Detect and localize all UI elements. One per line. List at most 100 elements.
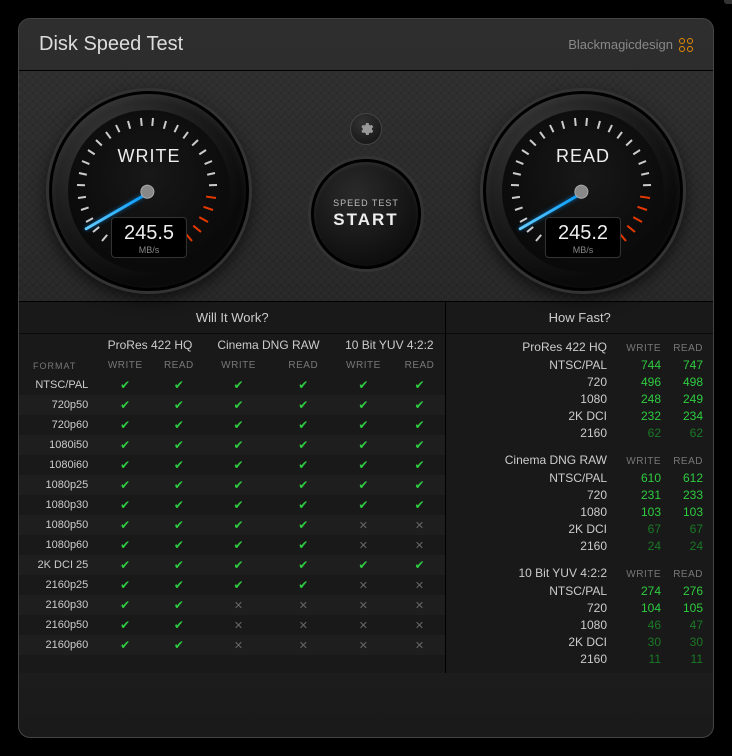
speed-section: 10 Bit YUV 4:2:2WRITEREADNTSC/PAL2742767… xyxy=(446,560,713,673)
cross-icon: ✕ xyxy=(415,620,424,632)
speed-row: 2K DCI6767 xyxy=(456,520,703,537)
cross-icon: ✕ xyxy=(359,540,368,552)
format-label: 2160p25 xyxy=(19,575,96,595)
check-icon: ✔ xyxy=(174,458,184,472)
right-panel-title: How Fast? xyxy=(446,302,713,334)
read-gauge: READ 245.2 MB/s xyxy=(483,91,683,291)
check-icon: ✔ xyxy=(415,438,425,452)
close-icon[interactable]: ✕ xyxy=(724,0,732,4)
read-fps: 103 xyxy=(661,505,703,519)
table-row: 1080i60✔✔✔✔✔✔ xyxy=(19,455,445,475)
left-panel-title: Will It Work? xyxy=(19,302,445,334)
check-icon: ✔ xyxy=(120,398,130,412)
subcol-write: WRITE xyxy=(204,356,274,375)
format-name: 1080 xyxy=(456,618,619,632)
format-name: NTSC/PAL xyxy=(456,584,619,598)
format-name: 2160 xyxy=(456,426,619,440)
table-row: NTSC/PAL✔✔✔✔✔✔ xyxy=(19,375,445,395)
check-icon: ✔ xyxy=(233,518,243,532)
check-icon: ✔ xyxy=(415,378,425,392)
write-fps: 103 xyxy=(619,505,661,519)
check-icon: ✔ xyxy=(174,418,184,432)
format-column-label: FORMAT xyxy=(19,356,96,375)
check-icon: ✔ xyxy=(120,458,130,472)
write-fps: 46 xyxy=(619,618,661,632)
cross-icon: ✕ xyxy=(359,520,368,532)
check-icon: ✔ xyxy=(174,438,184,452)
check-icon: ✔ xyxy=(174,398,184,412)
write-fps: 231 xyxy=(619,488,661,502)
cross-icon: ✕ xyxy=(415,520,424,532)
format-label: 720p50 xyxy=(19,395,96,415)
check-icon: ✔ xyxy=(298,458,308,472)
check-icon: ✔ xyxy=(174,558,184,572)
check-icon: ✔ xyxy=(415,418,425,432)
format-label: 2K DCI 25 xyxy=(19,555,96,575)
section-title: Cinema DNG RAW xyxy=(456,453,619,467)
table-row: 1080i50✔✔✔✔✔✔ xyxy=(19,435,445,455)
col-read: READ xyxy=(661,343,703,354)
write-fps: 24 xyxy=(619,539,661,553)
check-icon: ✔ xyxy=(120,538,130,552)
write-fps: 62 xyxy=(619,426,661,440)
check-icon: ✔ xyxy=(415,398,425,412)
check-icon: ✔ xyxy=(174,478,184,492)
format-label: 1080i50 xyxy=(19,435,96,455)
cross-icon: ✕ xyxy=(299,600,308,612)
format-name: NTSC/PAL xyxy=(456,471,619,485)
speed-row: 21601111 xyxy=(456,650,703,667)
write-fps: 11 xyxy=(619,652,661,666)
speed-row: NTSC/PAL610612 xyxy=(456,469,703,486)
start-button[interactable]: SPEED TEST START xyxy=(311,159,421,269)
check-icon: ✔ xyxy=(174,638,184,652)
cross-icon: ✕ xyxy=(359,600,368,612)
format-name: 720 xyxy=(456,375,619,389)
cross-icon: ✕ xyxy=(234,640,243,652)
app-window: Disk Speed Test Blackmagicdesign WRITE 2… xyxy=(18,18,714,738)
col-write: WRITE xyxy=(619,343,661,354)
check-icon: ✔ xyxy=(120,518,130,532)
center-controls: SPEED TEST START xyxy=(311,113,421,269)
check-icon: ✔ xyxy=(174,598,184,612)
speed-row: NTSC/PAL744747 xyxy=(456,356,703,373)
start-subtitle: SPEED TEST xyxy=(333,198,399,208)
format-name: 720 xyxy=(456,488,619,502)
write-gauge-label: WRITE xyxy=(52,146,246,167)
read-value: 245.2 xyxy=(558,222,608,245)
read-fps: 30 xyxy=(661,635,703,649)
read-fps: 612 xyxy=(661,471,703,485)
cross-icon: ✕ xyxy=(359,640,368,652)
check-icon: ✔ xyxy=(358,418,368,432)
check-icon: ✔ xyxy=(233,378,243,392)
table-row: 720p50✔✔✔✔✔✔ xyxy=(19,395,445,415)
speed-row: 2K DCI232234 xyxy=(456,407,703,424)
speed-row: 720104105 xyxy=(456,599,703,616)
speed-row: 1080248249 xyxy=(456,390,703,407)
check-icon: ✔ xyxy=(120,498,130,512)
speed-row: 1080103103 xyxy=(456,503,703,520)
table-row: 720p60✔✔✔✔✔✔ xyxy=(19,415,445,435)
check-icon: ✔ xyxy=(298,378,308,392)
group-header: 10 Bit YUV 4:2:2 xyxy=(333,334,445,356)
format-name: 1080 xyxy=(456,505,619,519)
col-read: READ xyxy=(661,569,703,580)
check-icon: ✔ xyxy=(120,558,130,572)
check-icon: ✔ xyxy=(415,478,425,492)
speed-row: 21606262 xyxy=(456,424,703,441)
speed-row: NTSC/PAL274276 xyxy=(456,582,703,599)
check-icon: ✔ xyxy=(174,538,184,552)
check-icon: ✔ xyxy=(298,478,308,492)
format-label: 1080i60 xyxy=(19,455,96,475)
check-icon: ✔ xyxy=(174,498,184,512)
table-row: 2160p25✔✔✔✔✕✕ xyxy=(19,575,445,595)
check-icon: ✔ xyxy=(233,418,243,432)
read-fps: 498 xyxy=(661,375,703,389)
gauges-area: WRITE 245.5 MB/s SPEED TEST START READ xyxy=(19,71,713,301)
cross-icon: ✕ xyxy=(359,620,368,632)
check-icon: ✔ xyxy=(298,538,308,552)
header: Disk Speed Test Blackmagicdesign xyxy=(19,19,713,71)
read-fps: 67 xyxy=(661,522,703,536)
read-fps: 47 xyxy=(661,618,703,632)
cross-icon: ✕ xyxy=(234,620,243,632)
settings-button[interactable] xyxy=(350,113,382,145)
